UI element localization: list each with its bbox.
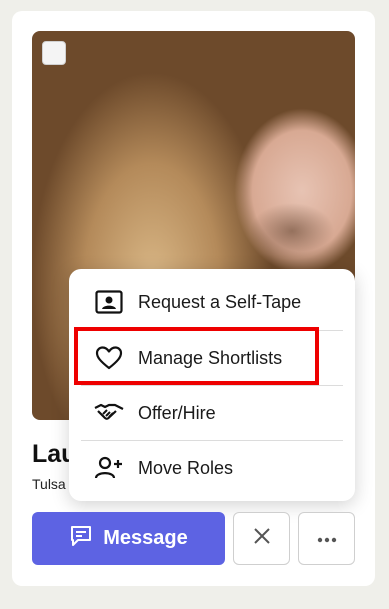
more-options-button[interactable] [298, 512, 355, 565]
menu-item-label: Request a Self-Tape [138, 291, 302, 312]
dismiss-button[interactable] [233, 512, 290, 565]
handshake-icon [94, 400, 124, 426]
menu-item-offer-hire[interactable]: Offer/Hire [81, 386, 343, 440]
message-button[interactable]: Message [32, 512, 225, 565]
menu-item-label: Offer/Hire [138, 402, 216, 423]
message-button-label: Message [103, 527, 188, 549]
select-checkbox[interactable] [42, 41, 66, 65]
menu-item-request-self-tape[interactable]: Request a Self-Tape [81, 275, 343, 329]
more-horizontal-icon [317, 530, 337, 548]
menu-item-move-roles[interactable]: Move Roles [81, 441, 343, 495]
menu-item-label: Move Roles [138, 457, 234, 478]
person-add-icon [94, 455, 124, 481]
talent-location: Tulsa [32, 476, 66, 492]
close-icon [253, 527, 271, 550]
message-icon [69, 524, 93, 554]
highlight-box [74, 327, 319, 385]
actions-menu: Request a Self-Tape Manage Shortlists Of… [69, 269, 355, 501]
person-id-icon [94, 289, 124, 315]
